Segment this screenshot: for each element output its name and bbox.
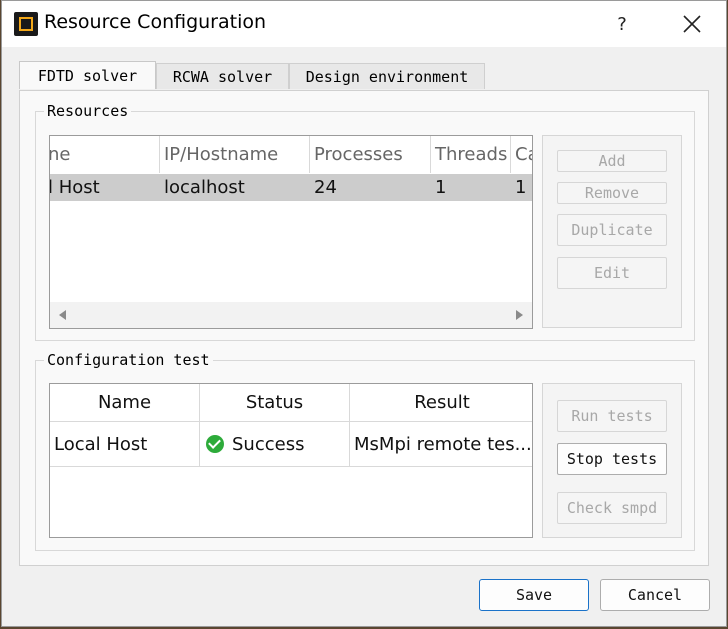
configuration-test-group: Configuration test Name Status Result Lo…: [35, 351, 695, 551]
resources-table[interactable]: ne IP/Hostname Processes Threads Ca l Ho…: [49, 135, 533, 329]
save-button[interactable]: Save: [479, 579, 589, 611]
close-button[interactable]: [674, 7, 710, 41]
title-bar: Resource Configuration ?: [2, 1, 726, 47]
column-header-status[interactable]: Status: [200, 384, 350, 422]
duplicate-button[interactable]: Duplicate: [557, 214, 667, 246]
table-row[interactable]: l Host localhost 24 1 1: [49, 174, 532, 201]
run-tests-button[interactable]: Run tests: [557, 400, 667, 432]
scroll-left-arrow-icon[interactable]: [59, 310, 66, 320]
configuration-test-group-title: Configuration test: [44, 351, 213, 369]
scroll-right-arrow-icon[interactable]: [516, 310, 523, 320]
row-result: MsMpi remote tes...: [350, 422, 532, 467]
tab-design-environment[interactable]: Design environment: [289, 63, 485, 89]
add-button[interactable]: Add: [557, 150, 667, 172]
resources-table-header: ne IP/Hostname Processes Threads Ca: [50, 136, 532, 173]
resources-button-panel: Add Remove Duplicate Edit: [542, 135, 682, 328]
column-header-name[interactable]: ne: [50, 136, 160, 173]
tab-rcwa-solver[interactable]: RCWA solver: [156, 63, 289, 89]
row-threads: 1: [435, 177, 447, 198]
tab-fdtd-solver[interactable]: FDTD solver: [19, 61, 156, 89]
app-icon: [14, 12, 38, 36]
resource-configuration-dialog: Resource Configuration ? FDTD solver RCW…: [1, 0, 727, 627]
remove-button[interactable]: Remove: [557, 182, 667, 204]
fdtd-tab-pane: Resources ne IP/Hostname Processes Threa…: [19, 90, 709, 566]
close-icon: [683, 15, 701, 33]
check-circle-icon: [206, 435, 224, 453]
row-ip: localhost: [164, 177, 245, 198]
column-header-result[interactable]: Result: [350, 384, 532, 422]
column-header-processes[interactable]: Processes: [310, 136, 431, 173]
row-status-text: Success: [232, 433, 305, 455]
column-header-name[interactable]: Name: [50, 384, 200, 422]
edit-button[interactable]: Edit: [557, 257, 667, 289]
config-table-header: Name Status Result: [50, 384, 532, 422]
row-processes: 24: [314, 177, 337, 198]
resources-group: Resources ne IP/Hostname Processes Threa…: [35, 102, 695, 341]
config-test-button-panel: Run tests Stop tests Check smpd: [542, 383, 682, 538]
stop-tests-button[interactable]: Stop tests: [557, 443, 667, 475]
column-header-ip-hostname[interactable]: IP/Hostname: [160, 136, 310, 173]
resources-group-title: Resources: [44, 102, 132, 120]
row-name: Local Host: [50, 422, 200, 467]
cancel-button[interactable]: Cancel: [600, 579, 710, 611]
window-title: Resource Configuration: [44, 11, 267, 33]
column-header-ca[interactable]: Ca: [511, 136, 532, 173]
row-status: Success: [200, 422, 350, 467]
table-row[interactable]: Local Host Success MsMpi remote tes...: [50, 422, 532, 467]
help-button[interactable]: ?: [604, 7, 640, 41]
column-header-threads[interactable]: Threads: [431, 136, 511, 173]
row-name: l Host: [49, 177, 100, 198]
horizontal-scrollbar[interactable]: [50, 302, 532, 328]
row-ca: 1: [515, 177, 527, 198]
configuration-test-table[interactable]: Name Status Result Local Host Success Ms…: [49, 383, 533, 538]
check-smpd-button[interactable]: Check smpd: [557, 492, 667, 524]
